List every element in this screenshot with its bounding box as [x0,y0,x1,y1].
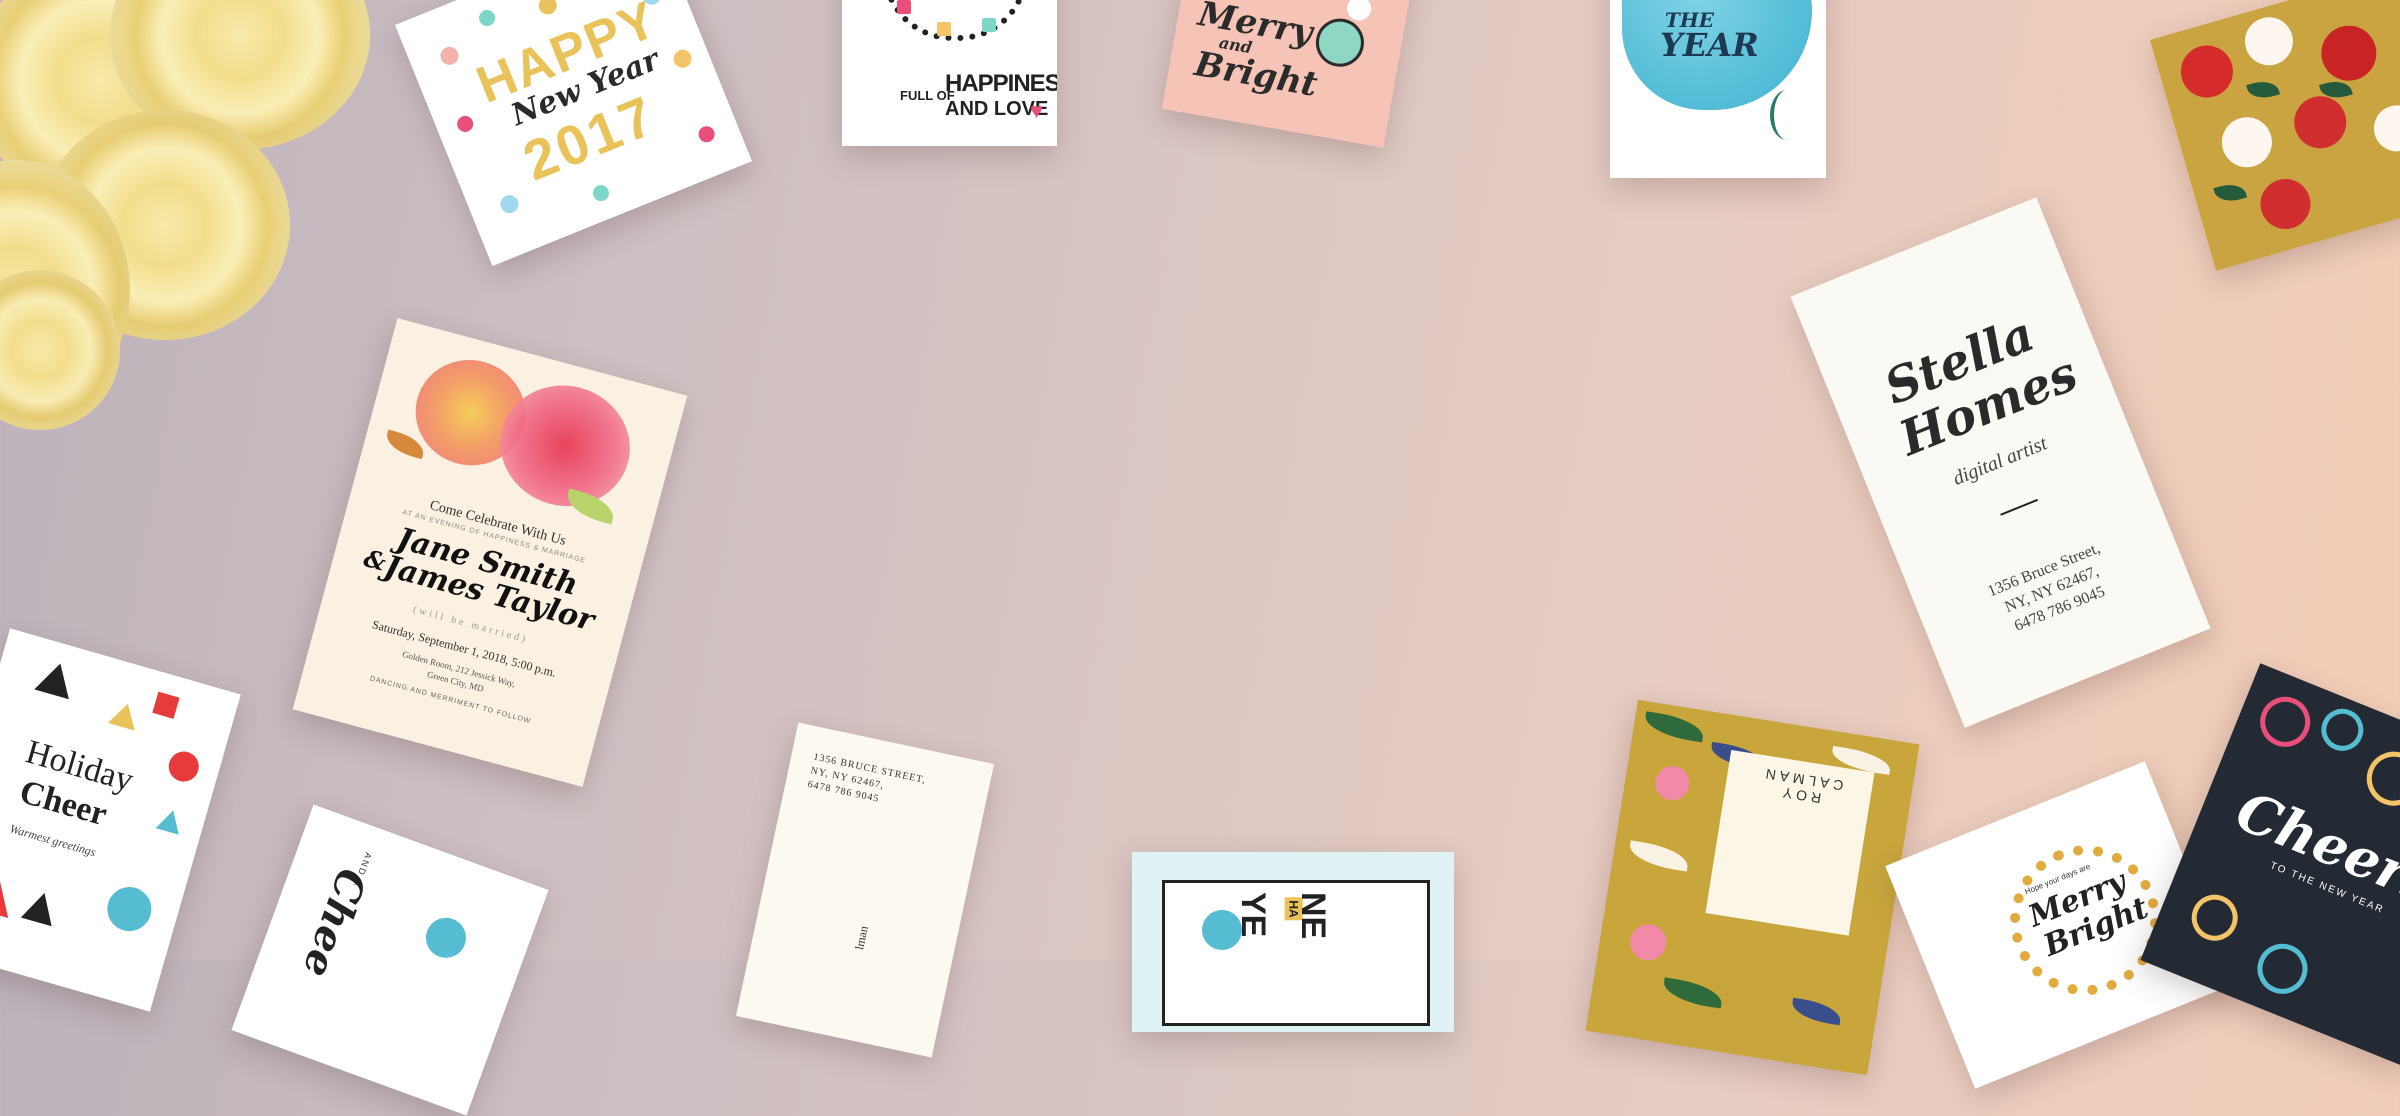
name-fragment: lman [852,924,871,952]
stella-homes-card: Stella Homes digital artist 1356 Bruce S… [1790,197,2211,728]
happiness-love-card: FULL OF HAPPINESS AND LOVE ♥ [842,0,1057,146]
holly-icon [1770,90,1804,140]
chee-text: Chee [293,862,376,984]
ornament-icon [1312,14,1368,71]
rose-pattern-card [2150,0,2400,271]
holiday-cheer-card: Holiday Cheer Warmest greetings [0,628,241,1012]
divider [2000,498,2039,516]
happiness-text: HAPPINESS [945,70,1057,97]
heart-icon: ♥ [1030,98,1044,123]
bright-text: Bright [1191,44,1321,106]
ornament-icon [1345,0,1374,23]
cheer-card: AND A Chee [231,804,549,1116]
address-line2: NY, NY 62467, [2002,562,2102,617]
yellow-peony-bouquet [0,0,420,480]
tree-icon [0,862,21,919]
the-year-card: THE YEAR [1610,0,1826,178]
address-card: 1356 BRUCE STREET, NY, NY 62467, 6478 78… [735,722,995,1058]
cheers-card: Cheers TO THE NEW YEAR [2140,663,2400,1067]
ne-text: NE [1294,892,1332,940]
merry-text: Merry [1195,0,1316,54]
new-year-frame-card: HA NE YE [1132,852,1454,1032]
triangle-shape [107,699,142,731]
roy-calman-card: ROY CALMAN [1585,699,1920,1076]
cheers-text: Cheers [2227,778,2400,917]
teal-splash [1202,910,1242,950]
merry-bright-card: Merry and Bright [1161,0,1424,148]
year-text: YEAR [1660,26,1759,64]
triangle-shape [34,658,78,700]
happy-new-year-card: HAPPY New Year 2017 [395,0,753,267]
